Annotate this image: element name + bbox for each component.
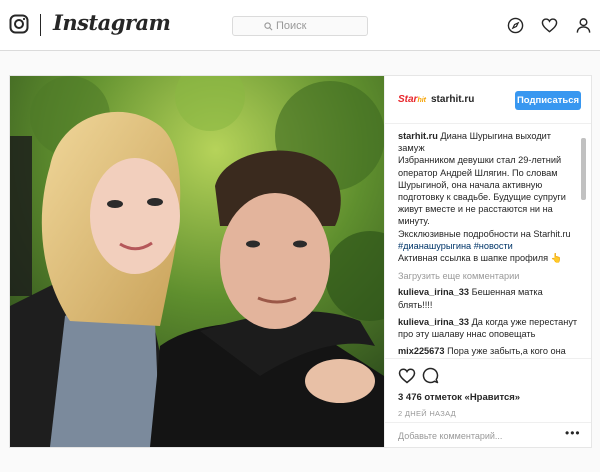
comment-item: kulieva_irina_33 Да когда уже перестанут… xyxy=(398,316,578,340)
search-icon xyxy=(264,21,273,30)
comment-author[interactable]: kulieva_irina_33 xyxy=(398,317,469,327)
post-sidebar: Starhit starhit.ru Подписаться starhit.r… xyxy=(384,76,591,447)
post-photo[interactable] xyxy=(10,76,384,447)
post-timestamp[interactable]: 2 дней назад xyxy=(398,409,456,418)
comments-list[interactable]: starhit.ru Диана Шурыгина выходит замуж … xyxy=(398,130,578,358)
author-avatar[interactable]: Starhit xyxy=(398,90,426,110)
load-more-comments-link[interactable]: Загрузить еще комментарии xyxy=(398,270,578,282)
avatar-logo-sub: hit xyxy=(417,97,427,104)
post-card: Starhit starhit.ru Подписаться starhit.r… xyxy=(9,75,592,448)
add-comment-input[interactable] xyxy=(398,429,558,443)
caption-hashtags[interactable]: #дианашурыгина #новости xyxy=(398,240,578,252)
caption: starhit.ru Диана Шурыгина выходит замуж … xyxy=(398,130,578,264)
follow-button[interactable]: Подписаться xyxy=(515,91,581,110)
profile-icon[interactable] xyxy=(575,17,592,34)
more-options-icon[interactable]: ••• xyxy=(565,426,581,440)
add-comment-bar: ••• xyxy=(385,422,591,448)
caption-line-4: Активная ссылка в шапке профиля 👆 xyxy=(398,253,563,264)
instagram-wordmark[interactable]: Instagram xyxy=(53,10,171,35)
avatar-logo-text: Star xyxy=(398,94,418,105)
author-username[interactable]: starhit.ru xyxy=(431,94,474,105)
search-input[interactable] xyxy=(276,20,336,32)
explore-compass-icon[interactable] xyxy=(507,17,524,34)
activity-heart-icon[interactable] xyxy=(541,17,558,34)
comment-item: mix225673 Пора уже забыть,а кого она тол… xyxy=(398,345,578,358)
like-heart-icon[interactable] xyxy=(398,367,416,385)
likes-count[interactable]: 3 476 отметок «Нравится» xyxy=(398,392,520,403)
post-photo-image xyxy=(10,76,384,447)
search-box[interactable] xyxy=(232,16,368,36)
logo-divider xyxy=(40,14,41,36)
comment-item: kulieva_irina_33 Бешенная матка блять!!!… xyxy=(398,286,578,310)
comments-scrollbar[interactable] xyxy=(580,130,587,358)
instagram-camera-icon[interactable] xyxy=(9,14,29,34)
caption-line-2: Избранником девушки стал 29-летний опера… xyxy=(398,155,566,227)
comment-bubble-icon[interactable] xyxy=(422,367,440,385)
post-actions: 3 476 отметок «Нравится» 2 дней назад ••… xyxy=(385,358,591,447)
scrollbar-thumb[interactable] xyxy=(581,138,586,200)
top-nav-bar: Instagram xyxy=(0,0,600,51)
post-header: Starhit starhit.ru Подписаться xyxy=(385,76,591,124)
comment-author[interactable]: kulieva_irina_33 xyxy=(398,287,469,297)
comment-author[interactable]: mix225673 xyxy=(398,346,445,356)
caption-line-3: Эксклюзивные подробности на Starhit.ru xyxy=(398,228,571,239)
caption-author[interactable]: starhit.ru xyxy=(398,131,438,141)
